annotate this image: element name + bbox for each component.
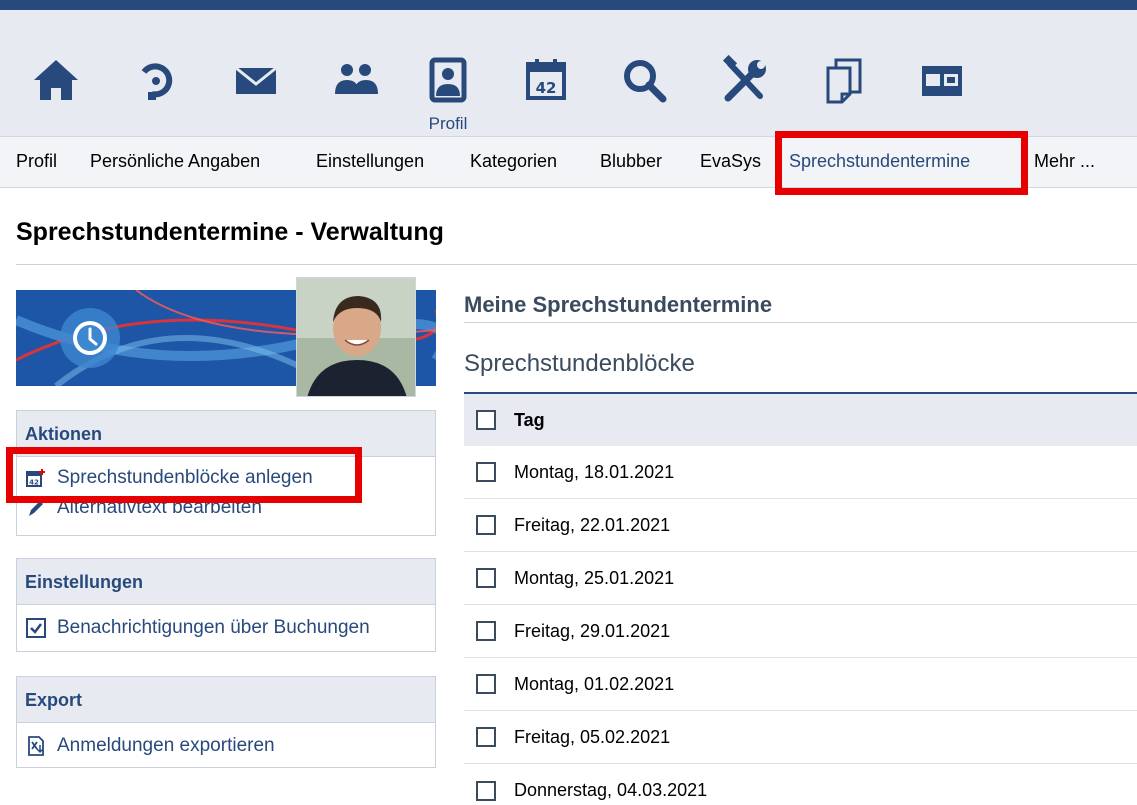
section-title: Meine Sprechstundentermine [464,292,773,317]
table-row: Montag, 18.01.2021 [464,446,1137,499]
row-day: Freitag, 22.01.2021 [514,514,671,535]
export-widget-title: Export [17,677,435,723]
row-checkbox[interactable] [476,568,496,588]
top-accent-bar [0,0,1137,10]
avatar [296,277,416,397]
profile-icon[interactable] [418,50,478,110]
tab-evasys[interactable]: EvaSys [700,151,761,172]
tab-profil[interactable]: Profil [16,151,57,172]
export-widget: Export Anmeldungen exportieren [16,676,436,768]
row-checkbox[interactable] [476,780,496,801]
row-checkbox[interactable] [476,727,496,747]
row-day: Donnerstag, 04.03.2021 [514,780,708,800]
export-file-icon [25,735,47,757]
row-checkbox[interactable] [476,621,496,641]
row-day: Freitag, 29.01.2021 [514,620,671,641]
activity-icon[interactable] [126,50,186,110]
calendar-icon[interactable]: 42 [516,50,576,110]
divider [464,322,1137,323]
tab-blubber[interactable]: Blubber [600,151,662,172]
table-row: Freitag, 22.01.2021 [464,499,1137,552]
table-row: Montag, 01.02.2021 [464,658,1137,711]
settings-widget: Einstellungen Benachrichtigungen über Bu… [16,558,436,652]
row-checkbox[interactable] [476,674,496,694]
tools-icon[interactable] [716,50,776,110]
row-checkbox[interactable] [476,462,496,482]
select-all-checkbox[interactable] [476,410,496,430]
tab-persoenliche-angaben[interactable]: Persönliche Angaben [90,151,260,172]
export-registrations-label: Anmeldungen exportieren [57,735,275,756]
tab-einstellungen[interactable]: Einstellungen [316,151,424,172]
tab-kategorien[interactable]: Kategorien [470,151,557,172]
row-day: Freitag, 05.02.2021 [514,726,671,747]
subsection-title: Sprechstundenblöcke [464,350,695,377]
active-nav-label: Profil [428,114,468,133]
settings-widget-title: Einstellungen [17,559,435,605]
divider [16,264,1137,265]
column-header-day: Tag [514,409,545,430]
checkbox-checked-icon [25,617,47,639]
files-icon[interactable] [814,50,874,110]
tab-mehr[interactable]: Mehr ... [1034,151,1095,172]
table-row: Freitag, 05.02.2021 [464,711,1137,764]
search-icon[interactable] [614,50,674,110]
mail-icon[interactable] [226,50,286,110]
home-icon[interactable] [26,50,86,110]
row-day: Montag, 01.02.2021 [514,673,675,694]
office-hour-blocks-table: Tag Montag, 18.01.2021 Freitag, 22.01.20… [464,394,1137,805]
row-checkbox[interactable] [476,515,496,535]
table-row: Montag, 25.01.2021 [464,552,1137,605]
export-registrations-link[interactable]: Anmeldungen exportieren [17,731,435,761]
highlight-box-tab [775,131,1028,195]
page-title: Sprechstundentermine - Verwaltung [16,218,444,246]
row-day: Montag, 18.01.2021 [514,461,675,482]
table-row: Donnerstag, 04.03.2021 [464,764,1137,805]
highlight-box-action [6,447,362,503]
main-navigation: Profil 42 [0,10,1137,146]
row-day: Montag, 25.01.2021 [514,567,675,588]
table-row: Freitag, 29.01.2021 [464,605,1137,658]
booking-notifications-label: Benachrichtigungen über Buchungen [57,617,370,638]
table-header: Tag [464,394,1137,446]
community-icon[interactable] [326,50,386,110]
admin-icon[interactable] [912,50,972,110]
svg-text:42: 42 [536,79,557,97]
booking-notifications-toggle[interactable]: Benachrichtigungen über Buchungen [17,613,435,643]
